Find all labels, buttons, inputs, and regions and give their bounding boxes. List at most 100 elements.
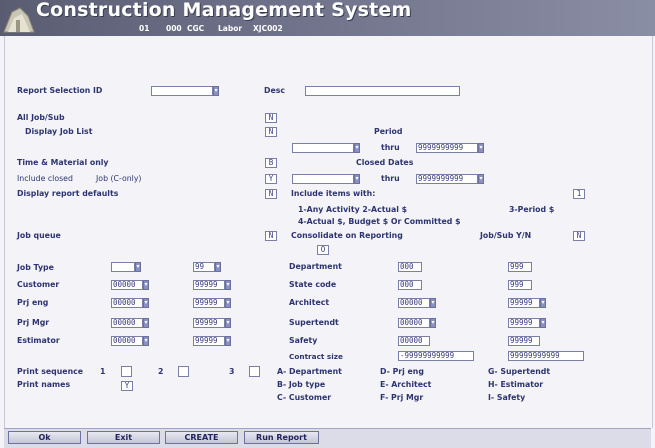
prj-mgr-to-input[interactable]: 99999 <box>193 318 225 328</box>
supertendt-from-input[interactable]: 00000 <box>398 318 430 328</box>
exit-button[interactable]: Exit <box>87 431 160 444</box>
period-from-dropdown-icon[interactable]: ▾ <box>354 143 360 153</box>
items-option-4: 4-Actual $, Budget $ Or Committed $ <box>298 217 461 226</box>
architect-to-input[interactable]: 99999 <box>508 298 540 308</box>
desc-label: Desc <box>264 86 286 95</box>
contract-size-to-input[interactable]: 99999999999 <box>508 351 584 361</box>
period-label: Period <box>374 127 403 136</box>
state-code-label: State code <box>289 280 337 289</box>
company-code: CGC <box>187 24 205 33</box>
legend-b: B- Job type <box>277 380 326 389</box>
seq-2-field[interactable] <box>178 366 189 377</box>
contract-size-from-input[interactable]: -99999999999 <box>398 351 474 361</box>
closed-thru-input[interactable]: 9999999999 <box>416 174 478 184</box>
prj-eng-to-dropdown-icon[interactable]: ▾ <box>225 298 231 308</box>
customer-label: Customer <box>17 280 60 289</box>
items-option-1-2: 1-Any Activity 2-Actual $ <box>298 205 408 214</box>
job-type-to-input[interactable]: 99 <box>193 262 215 272</box>
estimator-from-input[interactable]: 00000 <box>111 336 143 346</box>
seq-3-field[interactable] <box>249 366 260 377</box>
estimator-from-dropdown-icon[interactable]: ▾ <box>143 336 149 346</box>
contract-size-label: Contract size <box>289 352 343 361</box>
closed-from-input[interactable] <box>292 174 354 184</box>
display-defaults-field[interactable]: N <box>265 189 277 199</box>
seq-3-label: 3 <box>229 367 235 376</box>
report-selection-dropdown-icon[interactable]: ▾ <box>213 86 219 96</box>
construction-logo-icon <box>3 7 35 33</box>
all-job-sub-field[interactable]: N <box>265 113 277 123</box>
run-report-button[interactable]: Run Report <box>244 431 319 444</box>
job-type-to-dropdown-icon[interactable]: ▾ <box>215 262 221 272</box>
legend-d: D- Prj eng <box>380 367 424 376</box>
display-job-list-field[interactable]: N <box>265 127 277 137</box>
customer-to-input[interactable]: 99999 <box>193 280 225 290</box>
closed-thru-label: thru <box>381 174 400 183</box>
create-button[interactable]: CREATE <box>165 431 238 444</box>
customer-to-dropdown-icon[interactable]: ▾ <box>225 280 231 290</box>
consolidate-label: Consolidate on Reporting <box>291 231 403 240</box>
job-c-only-label: Job (C-only) <box>96 174 142 183</box>
division-number: 000 <box>166 24 182 33</box>
period-from-input[interactable] <box>292 143 354 153</box>
architect-label: Architect <box>289 298 330 307</box>
supertendt-to-input[interactable]: 99999 <box>508 318 540 328</box>
items-option-3: 3-Period $ <box>509 205 555 214</box>
tm-only-field[interactable]: B <box>265 158 277 168</box>
program-id: XJC002 <box>253 24 283 33</box>
legend-c: C- Customer <box>277 393 332 402</box>
desc-input[interactable] <box>305 86 460 96</box>
closed-from-dropdown-icon[interactable]: ▾ <box>354 174 360 184</box>
prj-mgr-from-dropdown-icon[interactable]: ▾ <box>143 318 149 328</box>
closed-dates-label: Closed Dates <box>356 158 414 167</box>
report-selection-input[interactable] <box>151 86 213 96</box>
include-items-field[interactable]: 1 <box>573 189 585 199</box>
department-from-input[interactable]: 000 <box>398 262 422 272</box>
job-sub-yn-label: Job/Sub Y/N <box>480 231 532 240</box>
state-code-to-input[interactable]: 999 <box>508 280 532 290</box>
architect-from-input[interactable]: 00000 <box>398 298 430 308</box>
app-banner: Construction Management System 01 000 CG… <box>0 0 655 36</box>
estimator-to-input[interactable]: 99999 <box>193 336 225 346</box>
job-type-from-dropdown-icon[interactable]: ▾ <box>135 262 141 272</box>
supertendt-from-dropdown-icon[interactable]: ▾ <box>430 318 436 328</box>
include-closed-field[interactable]: Y <box>265 174 277 184</box>
prj-mgr-to-dropdown-icon[interactable]: ▾ <box>225 318 231 328</box>
legend-f: F- Prj Mgr <box>380 393 424 402</box>
job-type-from-input[interactable] <box>111 262 135 272</box>
job-queue-field[interactable]: N <box>265 231 277 241</box>
prj-mgr-from-input[interactable]: 00000 <box>111 318 143 328</box>
consolidate-field[interactable]: O <box>317 245 329 255</box>
supertendt-label: Supertendt <box>289 318 339 327</box>
prj-mgr-label: Prj Mgr <box>17 318 50 327</box>
supertendt-to-dropdown-icon[interactable]: ▾ <box>540 318 546 328</box>
ok-button[interactable]: Ok <box>8 431 81 444</box>
safety-to-input[interactable]: 99999 <box>508 336 540 346</box>
report-selection-label: Report Selection ID <box>17 86 103 95</box>
legend-i: I- Safety <box>488 393 526 402</box>
customer-from-input[interactable]: 00000 <box>111 280 143 290</box>
estimator-label: Estimator <box>17 336 60 345</box>
department-to-input[interactable]: 999 <box>508 262 532 272</box>
closed-thru-dropdown-icon[interactable]: ▾ <box>478 174 484 184</box>
legend-h: H- Estimator <box>488 380 544 389</box>
prj-eng-to-input[interactable]: 99999 <box>193 298 225 308</box>
print-names-field[interactable]: Y <box>121 381 133 391</box>
estimator-to-dropdown-icon[interactable]: ▾ <box>225 336 231 346</box>
period-thru-input[interactable]: 9999999999 <box>416 143 478 153</box>
all-job-sub-label: All Job/Sub <box>17 113 65 122</box>
seq-1-field[interactable] <box>121 366 132 377</box>
customer-from-dropdown-icon[interactable]: ▾ <box>143 280 149 290</box>
job-type-label: Job Type <box>17 263 54 272</box>
tm-only-label: Time & Material only <box>17 158 109 167</box>
architect-from-dropdown-icon[interactable]: ▾ <box>430 298 436 308</box>
prj-eng-from-input[interactable]: 00000 <box>111 298 143 308</box>
legend-a: A- Department <box>277 367 342 376</box>
period-thru-label: thru <box>381 143 400 152</box>
prj-eng-from-dropdown-icon[interactable]: ▾ <box>143 298 149 308</box>
state-code-from-input[interactable]: 000 <box>398 280 422 290</box>
safety-from-input[interactable]: 00000 <box>398 336 430 346</box>
architect-to-dropdown-icon[interactable]: ▾ <box>540 298 546 308</box>
period-thru-dropdown-icon[interactable]: ▾ <box>478 143 484 153</box>
job-sub-yn-field[interactable]: N <box>573 231 585 241</box>
legend-e: E- Architect <box>380 380 432 389</box>
